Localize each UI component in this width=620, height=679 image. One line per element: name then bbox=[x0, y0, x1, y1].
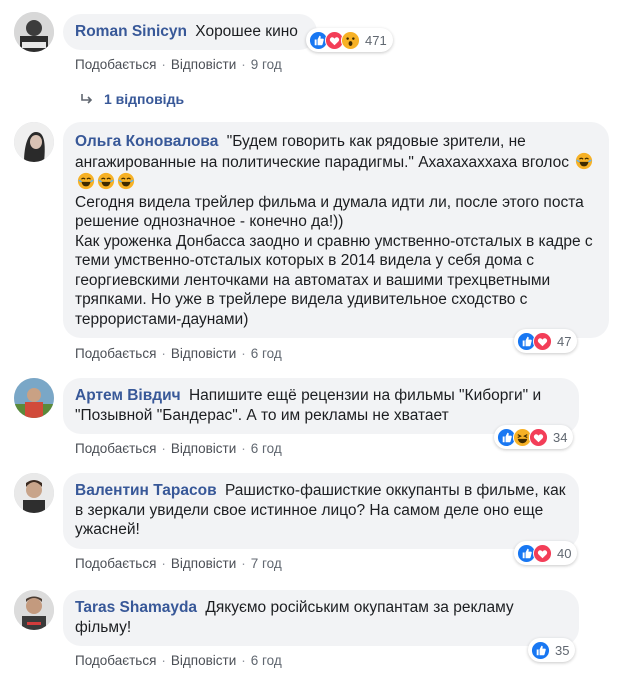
avatar[interactable] bbox=[14, 12, 54, 52]
view-replies-link[interactable]: 1 відповідь bbox=[80, 91, 184, 107]
comment-author[interactable]: Валентин Тарасов bbox=[75, 482, 217, 499]
comment-bubble: Taras Shamayda Дякуємо російським окупан… bbox=[63, 590, 579, 646]
comment-feed: Roman Sinicyn Хорошее кино 471 Подобаєть… bbox=[0, 0, 620, 679]
laugh-emoji-icon bbox=[576, 152, 593, 169]
comment-author[interactable]: Ольга Коновалова bbox=[75, 133, 218, 150]
reactions-summary[interactable]: 47 bbox=[514, 329, 578, 353]
comment-actions: Подобається · Відповісти · 6 год bbox=[75, 441, 282, 456]
timestamp[interactable]: 6 год bbox=[251, 346, 282, 361]
like-link[interactable]: Подобається bbox=[75, 346, 156, 361]
reaction-count: 34 bbox=[553, 429, 568, 445]
love-icon bbox=[533, 543, 552, 563]
reply-link[interactable]: Відповісти bbox=[171, 653, 236, 668]
avatar[interactable] bbox=[14, 378, 54, 418]
comment-author[interactable]: Артем Вівдич bbox=[75, 387, 181, 404]
replies-count: 1 відповідь bbox=[104, 91, 185, 107]
reaction-count: 47 bbox=[557, 333, 572, 349]
timestamp[interactable]: 9 год bbox=[251, 57, 282, 72]
comment-actions: Подобається · Відповісти · 7 год bbox=[75, 556, 282, 571]
reaction-count: 35 bbox=[555, 642, 570, 658]
wow-icon bbox=[341, 30, 360, 50]
reply-arrow-icon bbox=[81, 94, 93, 104]
reply-link[interactable]: Відповісти bbox=[171, 441, 236, 456]
reply-link[interactable]: Відповісти bbox=[171, 556, 236, 571]
love-icon bbox=[533, 331, 552, 351]
like-link[interactable]: Подобається bbox=[75, 57, 156, 72]
avatar[interactable] bbox=[14, 473, 54, 513]
timestamp[interactable]: 7 год bbox=[251, 556, 282, 571]
timestamp[interactable]: 6 год bbox=[251, 441, 282, 456]
reply-link[interactable]: Відповісти bbox=[171, 57, 236, 72]
comment-actions: Подобається · Відповісти · 9 год bbox=[75, 57, 282, 72]
comment-text-continued: Сегодня видела трейлер фильма и думала и… bbox=[75, 193, 593, 328]
laugh-emoji-icon bbox=[77, 172, 95, 190]
comment-actions: Подобається · Відповісти · 6 год bbox=[75, 346, 282, 361]
comment-bubble: Roman Sinicyn Хорошее кино bbox=[63, 14, 317, 50]
laugh-emoji-icon bbox=[117, 172, 135, 190]
like-icon bbox=[531, 640, 550, 660]
avatar[interactable] bbox=[14, 122, 54, 162]
timestamp[interactable]: 6 год bbox=[251, 653, 282, 668]
like-link[interactable]: Подобається bbox=[75, 653, 156, 668]
comment-text: Хорошее кино bbox=[195, 23, 298, 40]
reactions-summary[interactable]: 40 bbox=[514, 541, 578, 565]
like-link[interactable]: Подобається bbox=[75, 556, 156, 571]
reaction-count: 40 bbox=[557, 545, 572, 561]
love-icon bbox=[529, 427, 548, 447]
reactions-summary[interactable]: 471 bbox=[306, 28, 393, 52]
comment-bubble: Ольга Коновалова "Будем говорить как ряд… bbox=[63, 122, 609, 338]
comment-author[interactable]: Roman Sinicyn bbox=[75, 23, 187, 40]
reaction-count: 471 bbox=[365, 32, 387, 48]
reactions-summary[interactable]: 34 bbox=[494, 425, 574, 449]
comment-actions: Подобається · Відповісти · 6 год bbox=[75, 653, 282, 668]
like-link[interactable]: Подобається bbox=[75, 441, 156, 456]
reactions-summary[interactable]: 35 bbox=[528, 638, 576, 662]
laugh-emoji-icon bbox=[97, 172, 115, 190]
comment-bubble: Валентин Тарасов Рашистко-фашисткие окку… bbox=[63, 473, 579, 549]
reply-link[interactable]: Відповісти bbox=[171, 346, 236, 361]
comment-author[interactable]: Taras Shamayda bbox=[75, 599, 197, 616]
avatar[interactable] bbox=[14, 590, 54, 630]
